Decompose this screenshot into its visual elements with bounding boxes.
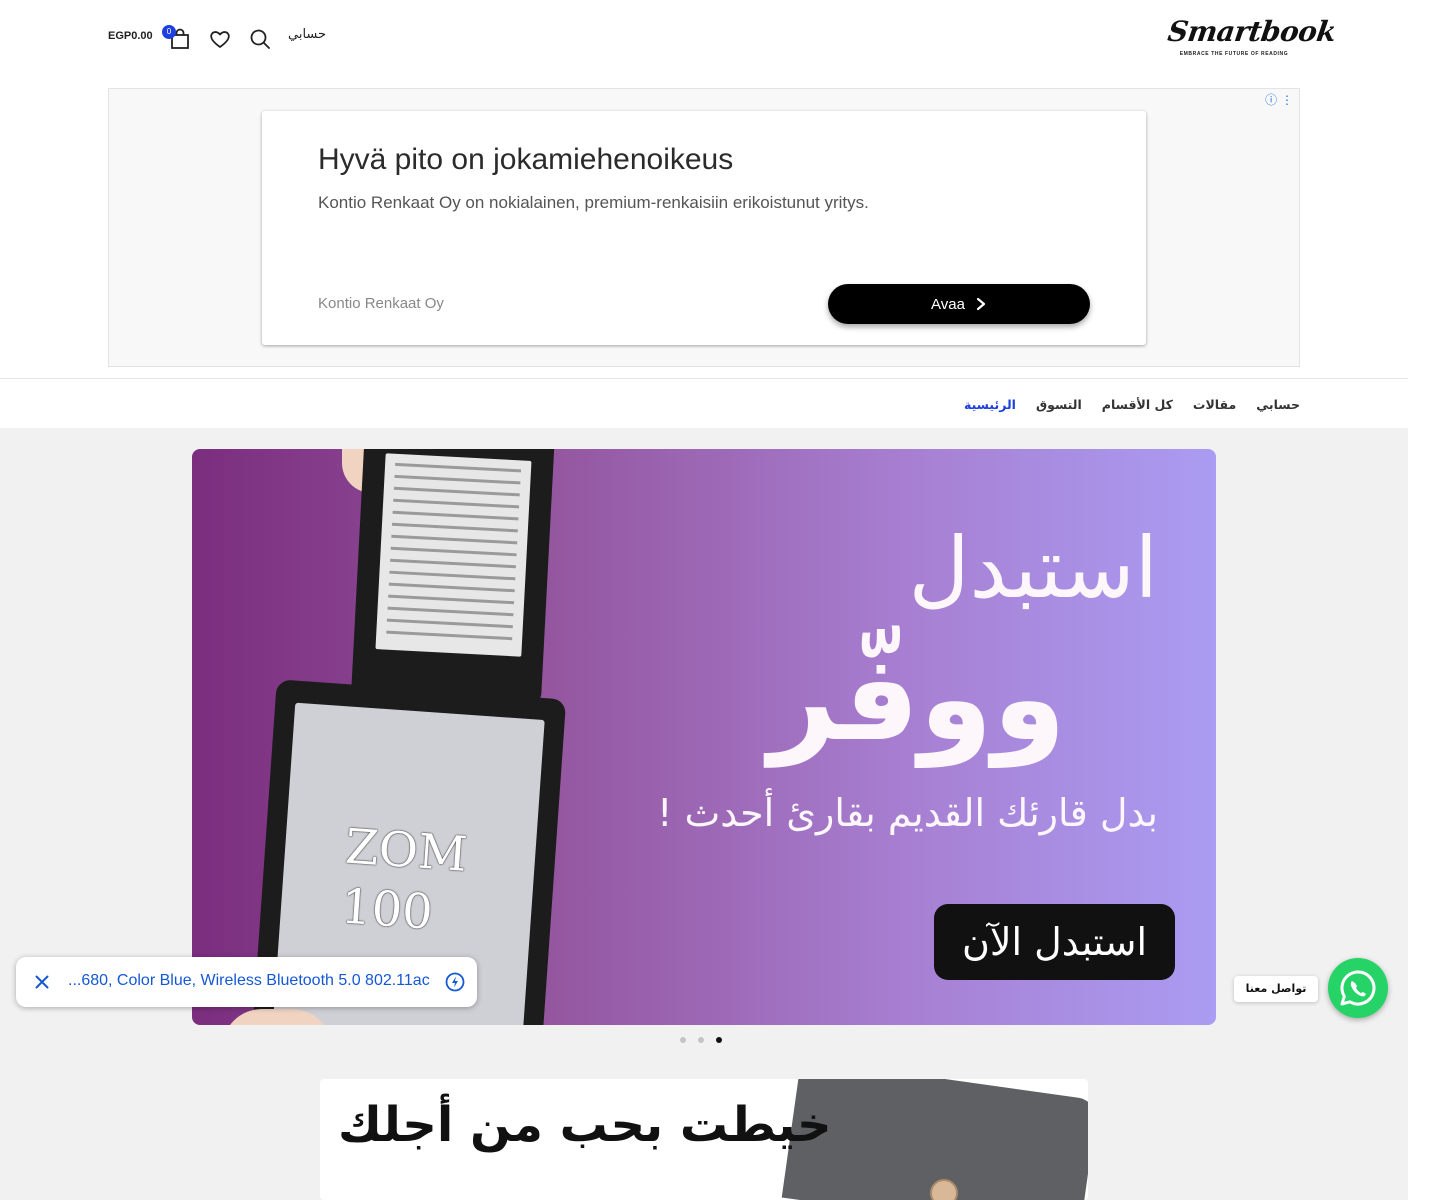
ad-container: ⓘ ⋮ Hyvä pito on jokamiehenoikeus Kontio… [108,88,1300,367]
whatsapp-icon[interactable] [1328,958,1388,1018]
ad-title[interactable]: Hyvä pito on jokamiehenoikeus [318,143,733,177]
slider-dot[interactable] [698,1037,704,1043]
logo-text: Smartbook [1165,15,1338,48]
slider-dot-active[interactable] [716,1037,722,1043]
hero-heading-bold: ووفّر [768,629,1066,767]
ad-card[interactable]: Hyvä pito on jokamiehenoikeus Kontio Ren… [262,111,1146,345]
device-screen-title: ZOM 100 [339,818,469,941]
heart-icon[interactable] [208,27,232,51]
toast-text[interactable]: ...680, Color Blue, Wireless Bluetooth 5… [68,972,438,990]
ad-advertiser[interactable]: Kontio Renkaat Oy [318,295,444,312]
nav-item-home[interactable]: الرئيسية [964,397,1016,412]
ereader-image [351,449,555,704]
notification-toast[interactable]: ...680, Color Blue, Wireless Bluetooth 5… [16,957,477,1007]
hero-cta-button[interactable]: استبدل الآن [934,904,1175,980]
search-icon[interactable] [248,27,272,51]
button-image [930,1179,958,1200]
hero-heading: استبدل [908,519,1158,617]
chevron-right-icon [976,297,986,311]
hero-subheading: بدل قارئك القديم بقارئ أحدث ! [657,791,1158,835]
ad-description: Kontio Renkaat Oy on nokialainen, premiu… [318,193,869,212]
ad-choices-icon[interactable]: ⓘ ⋮ [1265,91,1293,108]
promo-heading: خيطت بحب من أجلك [338,1097,832,1153]
main-nav: الرئيسية التسوق كل الأقسام مقالات حسابي [0,378,1408,428]
slider-dots [680,1037,722,1043]
nav-menu: الرئيسية التسوق كل الأقسام مقالات حسابي [964,379,1300,429]
bolt-icon [444,971,466,993]
scrollbar[interactable] [1408,0,1440,1200]
close-icon[interactable] [30,970,54,994]
nav-item-categories[interactable]: كل الأقسام [1102,397,1173,412]
cart-count-badge: 0 [162,25,176,39]
slider-dot[interactable] [680,1037,686,1043]
site-logo[interactable]: Smartbook EMBRACE THE FUTURE OF READING [1165,14,1338,66]
main-content: ZOM 100 استبدل ووفّر بدل قارئك القديم بق… [0,428,1408,1200]
nav-item-account[interactable]: حسابي [1256,397,1300,412]
nav-item-shop[interactable]: التسوق [1036,397,1082,412]
cart-total[interactable]: EGP0.00 [108,30,153,42]
logo-tagline: EMBRACE THE FUTURE OF READING [1179,51,1289,57]
header-account-link[interactable]: حسابي [288,27,326,42]
hero-slide[interactable]: ZOM 100 استبدل ووفّر بدل قارئك القديم بق… [192,449,1216,1025]
ad-open-button[interactable]: Avaa [828,284,1090,324]
nav-item-articles[interactable]: مقالات [1193,397,1236,412]
ad-button-label: Avaa [931,295,965,313]
promo-banner[interactable]: خيطت بحب من أجلك [320,1079,1088,1200]
site-header: Smartbook EMBRACE THE FUTURE OF READING … [0,0,1408,78]
whatsapp-label[interactable]: تواصل معنا [1234,976,1318,1002]
